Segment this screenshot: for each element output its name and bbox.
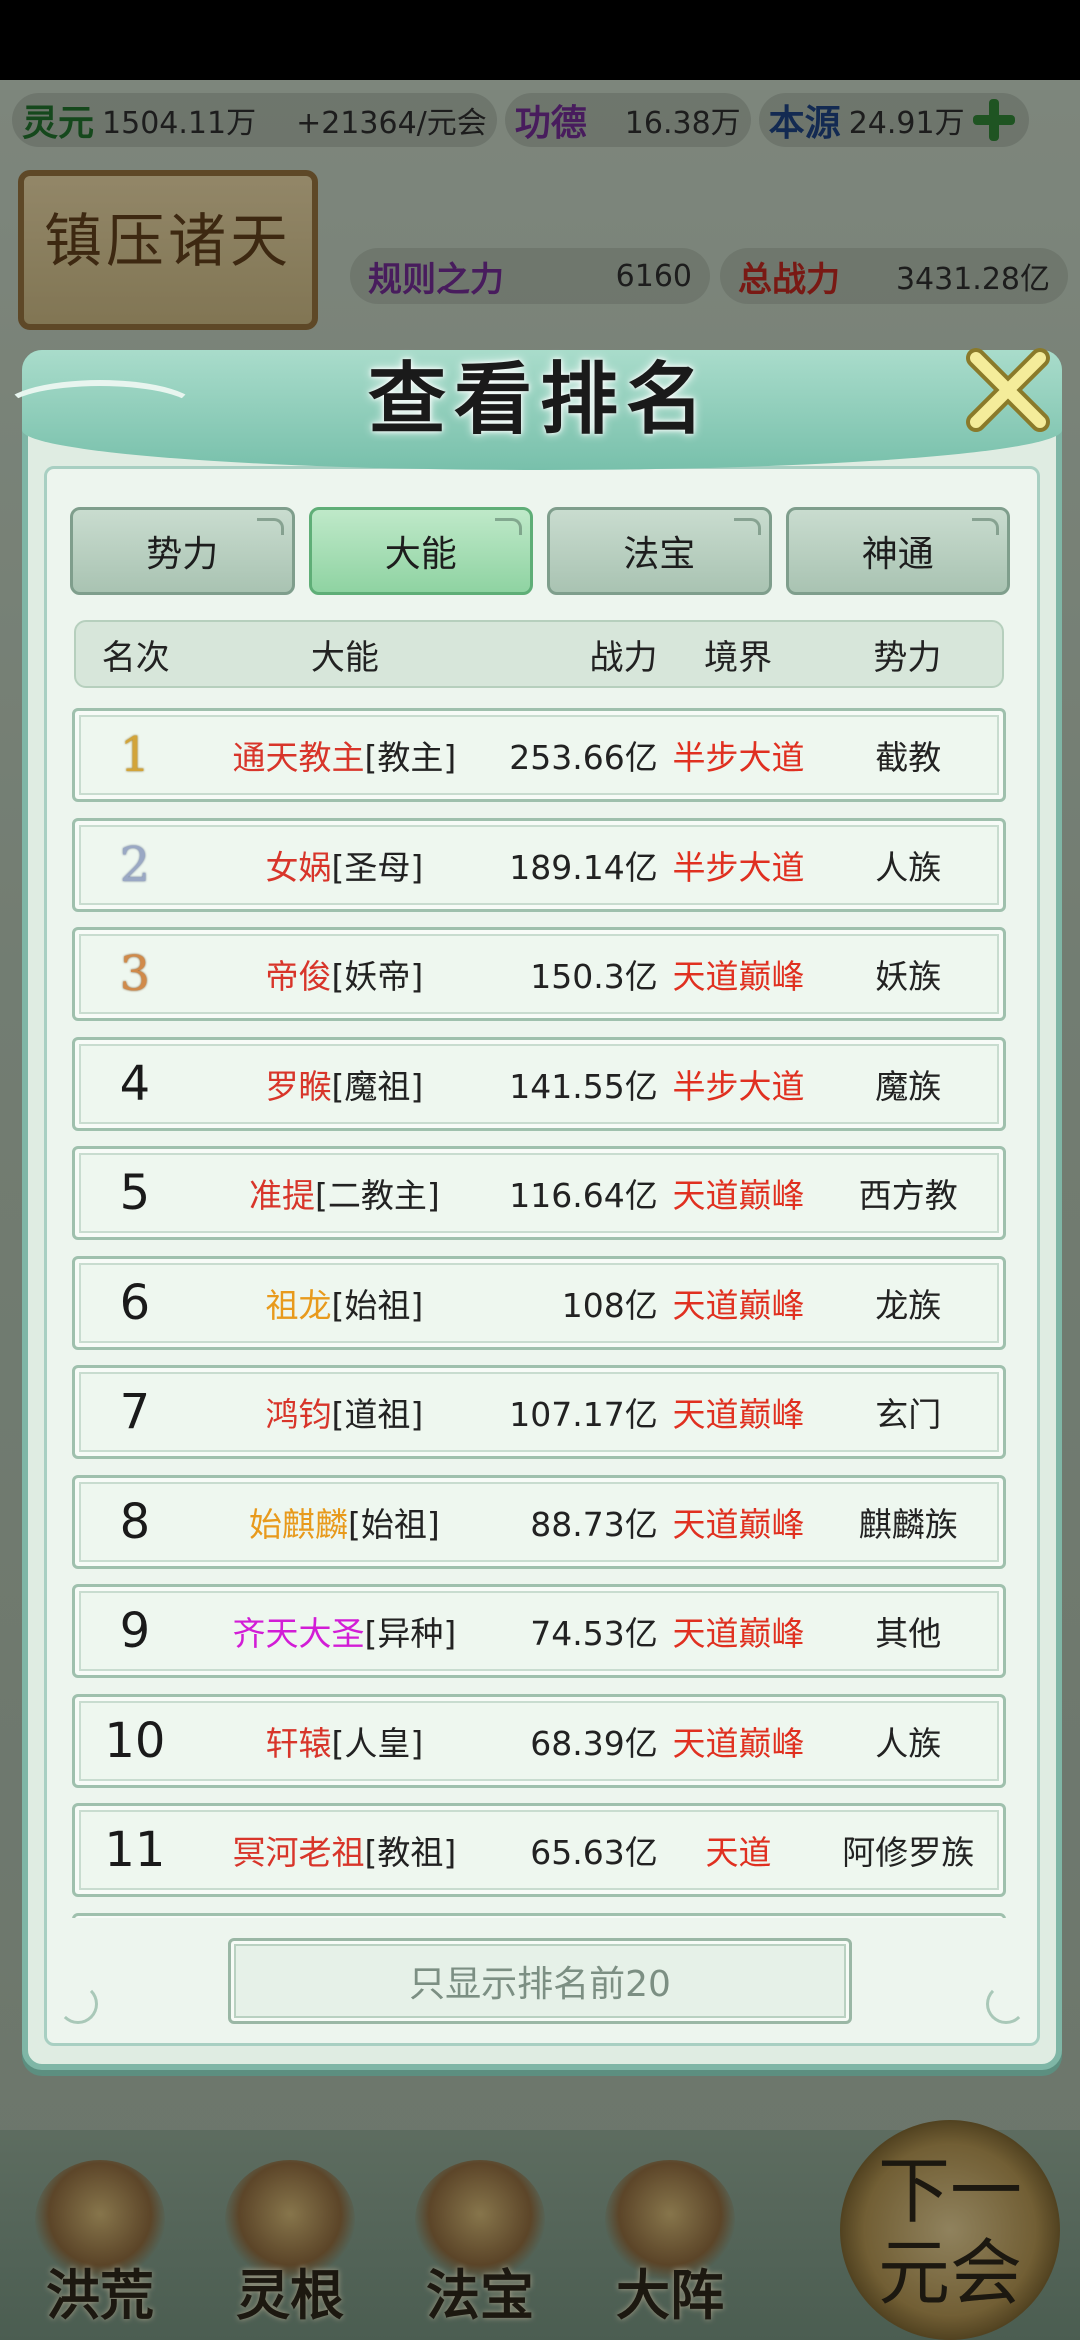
power-value: 65.63亿: [530, 1833, 658, 1872]
rank-number: 5: [119, 1165, 151, 1221]
table-row[interactable]: 5 准提[二教主] 116.64亿 天道巅峰 西方教: [72, 1146, 1006, 1240]
tab-powerful-beings[interactable]: 大能: [308, 507, 533, 595]
being-name: 冥河老祖[教祖]: [232, 1833, 457, 1872]
table-row[interactable]: 8 始麒麟[始祖] 88.73亿 天道巅峰 麒麟族: [72, 1474, 1006, 1569]
rank-number: 7: [119, 1384, 151, 1440]
power-value: 88.73亿: [530, 1504, 658, 1544]
table-header: 名次 大能 战力 境界 势力: [74, 620, 1004, 688]
realm-value: 天道巅峰: [672, 1395, 805, 1434]
rank-number: 9: [119, 1603, 151, 1659]
table-row[interactable]: 3 帝俊[妖帝] 150.3亿 天道巅峰 妖族: [72, 927, 1006, 1021]
faction-value: 玄门: [875, 1395, 942, 1434]
power-value: 107.17亿: [509, 1395, 658, 1434]
corner-ornament: [986, 1984, 1026, 2024]
close-button[interactable]: [958, 340, 1058, 440]
table-row[interactable]: 9 齐天大圣[异种] 74.53亿 天道巅峰 其他: [72, 1584, 1006, 1678]
table-row[interactable]: 2 女娲[圣母] 189.14亿 半步大道 人族: [72, 817, 1006, 912]
tab-label: 法宝: [623, 534, 696, 575]
power-value: 74.53亿: [530, 1614, 658, 1653]
rank-number: 8: [119, 1493, 151, 1550]
realm-value: 天道巅峰: [672, 957, 805, 996]
column-header-power: 战力: [589, 637, 658, 678]
power-value: 141.55亿: [509, 1066, 658, 1106]
being-name: 帝俊[妖帝]: [265, 957, 424, 996]
being-name: 准提[二教主]: [249, 1176, 440, 1215]
faction-value: 魔族: [875, 1066, 942, 1106]
column-header-rank: 名次: [101, 637, 170, 678]
tab-label: 神通: [861, 534, 934, 575]
being-name: 鸿钧[道祖]: [265, 1395, 424, 1434]
table-row-partial[interactable]: [72, 1912, 1006, 1918]
faction-value: 人族: [875, 1723, 942, 1763]
power-value: 116.64亿: [509, 1176, 658, 1215]
table-row[interactable]: 1 通天教主[教主] 253.66亿 半步大道 截教: [72, 708, 1006, 802]
realm-value: 天道巅峰: [672, 1176, 805, 1215]
faction-value: 其他: [875, 1614, 942, 1653]
being-name: 罗睺[魔祖]: [265, 1066, 424, 1106]
table-row[interactable]: 7 鸿钧[道祖] 107.17亿 天道巅峰 玄门: [72, 1365, 1006, 1459]
faction-value: 龙族: [875, 1285, 942, 1325]
ranking-list[interactable]: 1 通天教主[教主] 253.66亿 半步大道 截教 2 女娲[圣母] 189.…: [72, 708, 1006, 1918]
table-row[interactable]: 6 祖龙[始祖] 108亿 天道巅峰 龙族: [72, 1255, 1006, 1350]
realm-value: 半步大道: [672, 738, 805, 777]
realm-value: 天道: [705, 1833, 772, 1872]
realm-value: 天道巅峰: [672, 1504, 805, 1544]
column-header-realm: 境界: [704, 637, 773, 678]
power-value: 68.39亿: [530, 1723, 658, 1763]
rank-number: 3: [119, 946, 151, 1002]
realm-value: 天道巅峰: [672, 1723, 805, 1763]
tab-treasures[interactable]: 法宝: [547, 507, 772, 595]
being-name: 轩辕[人皇]: [265, 1723, 424, 1763]
category-tabs: 势力 大能 法宝 神通: [70, 507, 1010, 595]
faction-value: 妖族: [875, 957, 942, 996]
realm-value: 半步大道: [672, 847, 805, 887]
tab-divine-arts[interactable]: 神通: [785, 507, 1010, 595]
being-name: 女娲[圣母]: [265, 847, 424, 887]
faction-value: 人族: [875, 847, 942, 887]
table-row[interactable]: 11 冥河老祖[教祖] 65.63亿 天道 阿修罗族: [72, 1803, 1006, 1897]
top20-filter-button[interactable]: 只显示排名前20: [228, 1938, 852, 2024]
close-icon: [966, 348, 1050, 432]
realm-value: 天道巅峰: [672, 1614, 805, 1653]
tab-faction[interactable]: 势力: [70, 507, 295, 595]
realm-value: 天道巅峰: [672, 1285, 805, 1325]
power-value: 150.3亿: [530, 957, 658, 996]
column-header-faction: 势力: [873, 637, 942, 678]
faction-value: 西方教: [858, 1176, 958, 1215]
rank-number: 11: [104, 1822, 166, 1878]
faction-value: 阿修罗族: [842, 1833, 975, 1872]
being-name: 通天教主[教主]: [232, 738, 457, 777]
status-bar: [0, 0, 1080, 80]
table-row[interactable]: 10 轩辕[人皇] 68.39亿 天道巅峰 人族: [72, 1693, 1006, 1788]
rank-number: 1: [119, 727, 151, 783]
power-value: 108亿: [561, 1285, 658, 1325]
modal-title: 查看排名: [367, 354, 712, 445]
rank-number: 2: [119, 836, 151, 893]
rank-number: 4: [119, 1055, 151, 1112]
column-header-name: 大能: [310, 637, 379, 678]
being-name: 始麒麟[始祖]: [249, 1504, 440, 1544]
power-value: 253.66亿: [509, 738, 658, 777]
faction-value: 麒麟族: [858, 1504, 958, 1544]
being-name: 齐天大圣[异种]: [232, 1614, 457, 1653]
table-row[interactable]: 4 罗睺[魔祖] 141.55亿 半步大道 魔族: [72, 1036, 1006, 1131]
tab-label: 大能: [384, 534, 457, 575]
tab-label: 势力: [146, 534, 219, 575]
corner-ornament: [58, 1984, 98, 2024]
realm-value: 半步大道: [672, 1066, 805, 1106]
modal-header: 查看排名: [0, 340, 1080, 490]
rank-number: 6: [119, 1274, 151, 1331]
power-value: 189.14亿: [509, 847, 658, 887]
rank-number: 10: [104, 1712, 166, 1769]
filter-button-label: 只显示排名前20: [409, 1964, 671, 2005]
faction-value: 截教: [875, 738, 942, 777]
being-name: 祖龙[始祖]: [265, 1285, 424, 1325]
